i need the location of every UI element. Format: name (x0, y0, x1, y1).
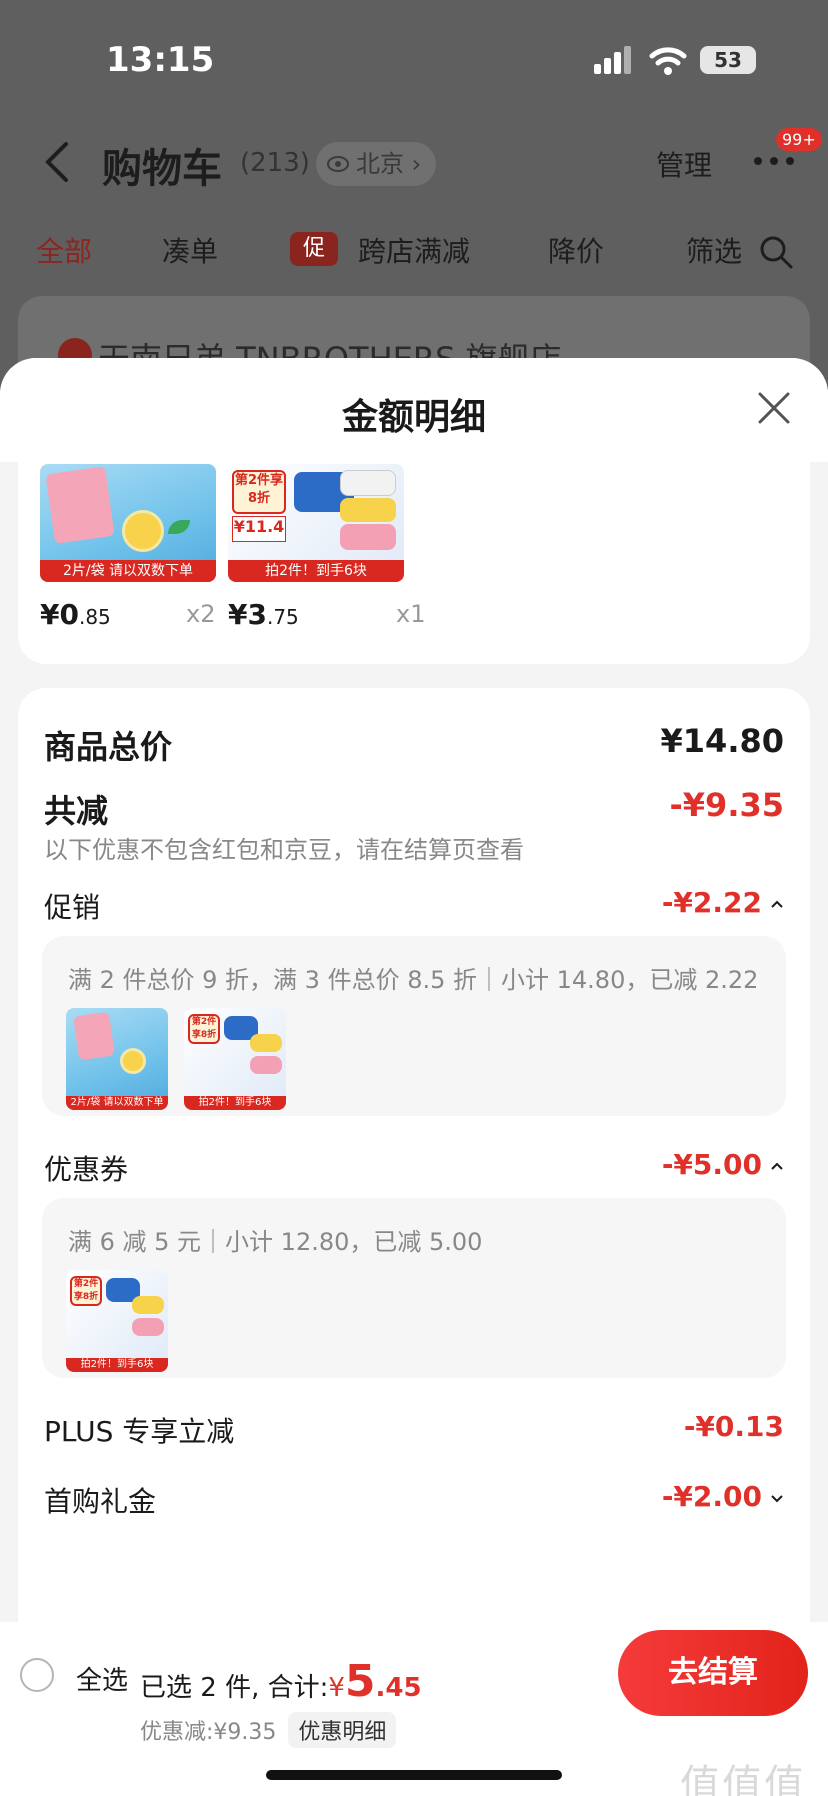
more-icon[interactable] (752, 154, 796, 168)
product-band-label: 拍2件！到手6块 (228, 560, 404, 582)
promo-row[interactable]: -¥2.22 (662, 886, 784, 919)
signal-icon (594, 46, 634, 74)
filter-tabs: 全部 凑单 促 跨店满减 降价 筛选 (0, 222, 828, 282)
promo-product-thumb: 第2件享8折 拍2件！到手6块 (184, 1008, 286, 1110)
promo-tag: 促 (290, 232, 338, 266)
first-purchase-label: 首购礼金 (44, 1485, 157, 1518)
promo-detail-box: 满 2 件总价 9 折，满 3 件总价 8.5 折｜小计 14.80，已减 2.… (42, 936, 786, 1116)
total-amount-dec: .45 (375, 1673, 422, 1703)
status-time: 13:15 (106, 40, 215, 80)
total-price-label: 商品总价 (44, 728, 173, 766)
coupon-row[interactable]: -¥5.00 (662, 1148, 784, 1181)
chevron-up-icon (771, 900, 783, 908)
plus-label: PLUS 专享立减 (44, 1415, 235, 1448)
product-band-label: 2片/袋 请以双数下单 (40, 560, 216, 582)
discount-summary: 优惠减:¥9.35 优惠明细 (140, 1712, 397, 1748)
page-title: 购物车 (102, 146, 222, 192)
amount-detail-sheet: 金额明细 2片/袋 请以双数下单 ¥0.85 x2 第2件享8折 ¥11.4 拍… (0, 358, 828, 1796)
discount-detail-link[interactable]: 优惠明细 (288, 1712, 397, 1748)
cart-count: (213) (240, 148, 310, 178)
plus-value: -¥0.13 (683, 1410, 784, 1443)
product-image-soap: 第2件享8折 ¥11.4 拍2件！到手6块 (228, 464, 404, 582)
product-qty: x1 (396, 600, 426, 628)
promo-label: 促销 (44, 891, 101, 924)
background-cart-page: 13:15 53 购物车 (213) 北京 › 管理 99+ 全部 凑单 促 跨… (0, 0, 828, 436)
total-reduce-label: 共减 (44, 792, 109, 830)
soap-promo-tag: 第2件享8折 (232, 470, 286, 514)
total-amount-int: 5 (344, 1656, 376, 1707)
select-all-label[interactable]: 全选 (76, 1660, 128, 1697)
back-icon[interactable] (40, 140, 76, 184)
tab-bundle[interactable]: 凑单 (162, 230, 218, 270)
coupon-label: 优惠券 (44, 1153, 129, 1186)
chevron-down-icon (771, 1495, 783, 1503)
selected-summary: 已选 2 件, 合计:¥5.45 (140, 1656, 422, 1707)
sheet-title: 金额明细 (341, 397, 486, 438)
reduce-note: 以下优惠不包含红包和京豆，请在结算页查看 (44, 836, 524, 864)
products-card: 2片/袋 请以双数下单 ¥0.85 x2 第2件享8折 ¥11.4 拍2件！到手… (18, 458, 810, 664)
chevron-up-icon (771, 1162, 783, 1170)
tab-filter[interactable]: 筛选 (686, 230, 746, 270)
watermark-logo: 值值值 (680, 1762, 806, 1796)
battery-icon: 53 (700, 46, 756, 74)
eye-icon (327, 156, 349, 172)
coupon-detail-text: 满 6 减 5 元｜小计 12.80，已减 5.00 (68, 1228, 483, 1256)
close-icon[interactable] (756, 390, 792, 426)
location-selector[interactable]: 北京 › (316, 142, 436, 186)
home-indicator (266, 1770, 562, 1780)
total-reduce-value: -¥9.35 (669, 786, 785, 824)
first-purchase-value: -¥2.00 (661, 1480, 762, 1513)
message-badge: 99+ (776, 128, 822, 151)
sheet-header: 金额明细 (0, 358, 828, 462)
status-bar: 13:15 53 (0, 0, 828, 120)
select-all-checkbox[interactable] (20, 1658, 54, 1692)
search-icon[interactable] (758, 234, 794, 270)
product-image-cooling-patch: 2片/袋 请以双数下单 (40, 464, 216, 582)
product-price: ¥3.75 (228, 598, 299, 631)
total-currency: ¥ (328, 1673, 345, 1703)
nav-bar: 购物车 (213) 北京 › 管理 99+ (0, 120, 828, 220)
tab-price-drop[interactable]: 降价 (548, 230, 604, 270)
total-price-value: ¥14.80 (660, 722, 784, 760)
location-label: 北京 (356, 150, 404, 178)
coupon-value: -¥5.00 (661, 1148, 762, 1181)
selected-count: 已选 2 件, 合计: (140, 1673, 329, 1703)
checkout-button[interactable]: 去结算 (618, 1630, 808, 1716)
first-purchase-row[interactable]: -¥2.00 (662, 1480, 784, 1513)
promo-detail-text: 满 2 件总价 9 折，满 3 件总价 8.5 折｜小计 14.80，已减 2.… (68, 966, 759, 994)
promo-product-thumb: 2片/袋 请以双数下单 (66, 1008, 168, 1110)
manage-button[interactable]: 管理 (656, 144, 712, 184)
wifi-icon (649, 47, 687, 75)
soap-tag-price: ¥11.4 (232, 516, 286, 542)
promo-value: -¥2.22 (661, 886, 762, 919)
product-price: ¥0.85 (40, 598, 111, 631)
discount-amount: 优惠减:¥9.35 (140, 1720, 277, 1745)
product-qty: x2 (186, 600, 216, 628)
checkout-bar: 全选 已选 2 件, 合计:¥5.45 优惠减:¥9.35 优惠明细 去结算 值值… (0, 1622, 828, 1796)
tab-all[interactable]: 全部 (36, 230, 92, 270)
coupon-detail-box: 满 6 减 5 元｜小计 12.80，已减 5.00 第2件享8折 拍2件！到手… (42, 1198, 786, 1378)
tab-cross-store[interactable]: 跨店满减 (358, 230, 470, 270)
coupon-product-thumb: 第2件享8折 拍2件！到手6块 (66, 1270, 168, 1372)
